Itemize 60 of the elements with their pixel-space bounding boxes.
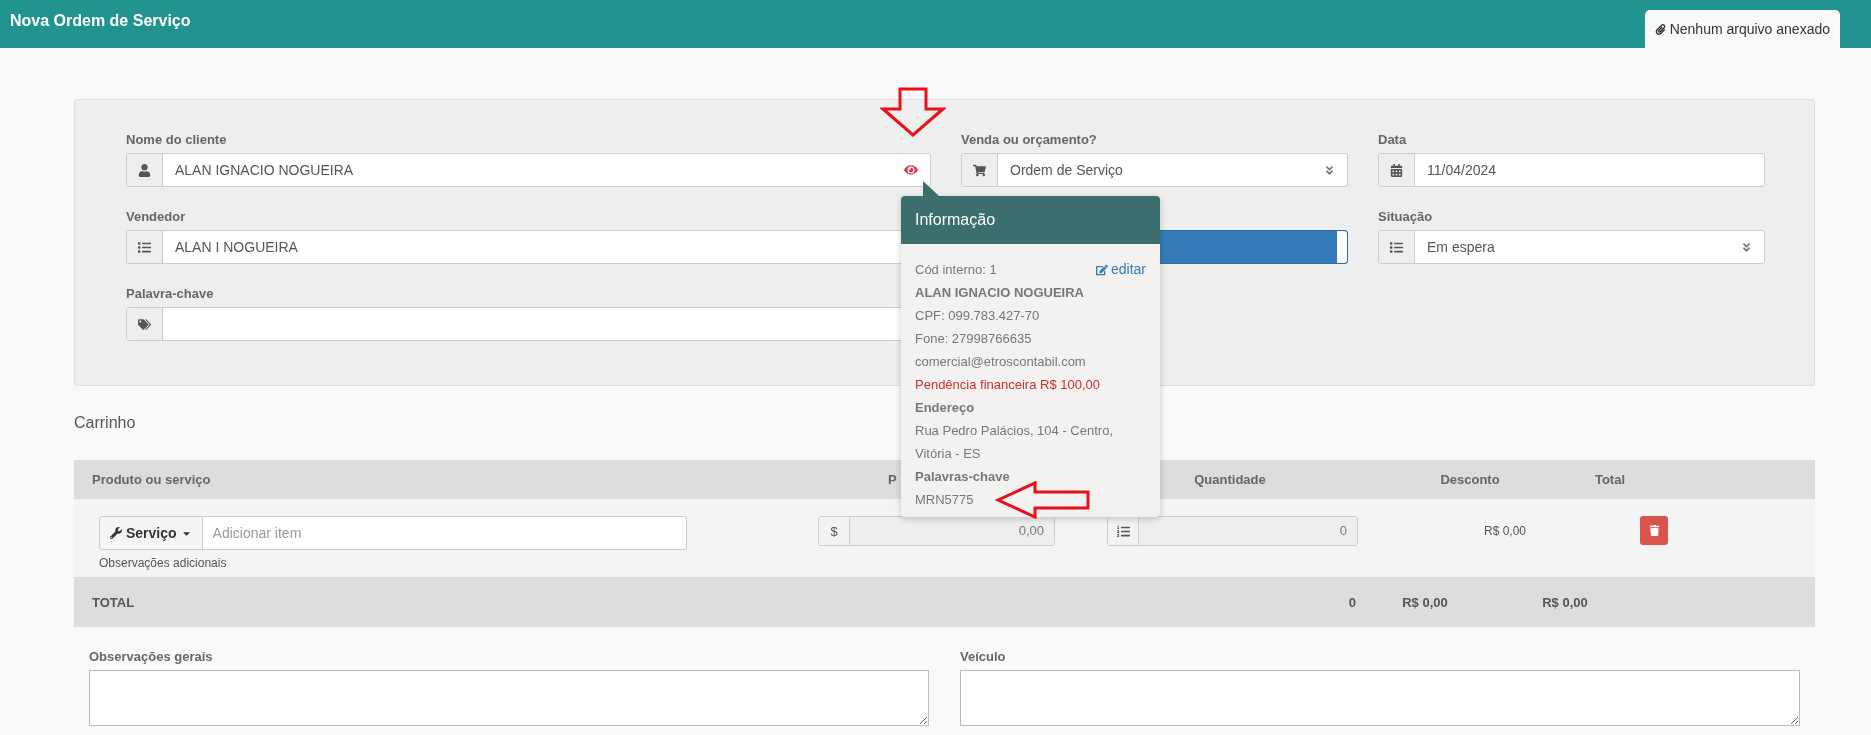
info-text: CPF: 099.783.427-70 — [915, 307, 1040, 325]
section-title: Carrinho — [74, 414, 136, 433]
total-label: TOTAL — [92, 594, 135, 610]
column-header: Quantidade — [1194, 472, 1266, 487]
price-field[interactable]: $ 0,00 — [818, 516, 1055, 546]
column-header: Produto ou serviço — [92, 472, 211, 487]
table-cell: R$ 0,00 — [1484, 524, 1526, 538]
notes-link[interactable]: Observações adicionais — [99, 556, 818, 570]
edit-icon — [1095, 263, 1108, 276]
popover-title: Informação — [901, 196, 1160, 244]
tags-icon — [127, 308, 163, 340]
pending-balance-text: Pendência financeira R$ 100,00 — [915, 376, 1101, 394]
column-header: Total — [1594, 472, 1626, 487]
page-title: Nova Ordem de Serviço — [10, 12, 191, 30]
popover-pointer — [923, 181, 939, 196]
info-text: Cód interno: 1 — [915, 261, 997, 279]
select-field[interactable]: Em espera — [1378, 230, 1765, 264]
type-dropdown-button[interactable]: Serviço — [99, 516, 203, 550]
select-field[interactable]: Ordem de Serviço — [961, 153, 1348, 187]
field-label: Venda ou orçamento? — [961, 132, 1097, 148]
eye-icon[interactable] — [904, 163, 918, 177]
list-icon — [127, 231, 163, 263]
down-arrow-drawing — [880, 87, 946, 137]
input-field[interactable]: 11/04/2024 — [1378, 153, 1765, 187]
column-header: Desconto — [1440, 472, 1500, 487]
info-heading: Palavras-chave — [915, 468, 1010, 486]
quantity-field[interactable]: 0 — [1107, 516, 1358, 546]
item-input[interactable]: Adicionar item — [202, 516, 687, 550]
column-header: P — [888, 472, 897, 487]
list-icon — [1379, 231, 1415, 263]
client-name: ALAN IGNACIO NOGUEIRA — [915, 284, 1084, 302]
address-text: Rua Pedro Palácios, 104 - Centro, Vitória - ES — [915, 422, 1114, 463]
chevron-down-icon — [1324, 164, 1335, 176]
field-label: Observações gerais — [89, 649, 214, 664]
input-field[interactable]: ALAN IGNACIO NOGUEIRA — [126, 153, 931, 187]
info-heading: Endereço — [915, 399, 975, 417]
edit-link[interactable]: editar — [1095, 258, 1146, 281]
total-cell: R$ 0,00 — [1402, 594, 1448, 610]
trash-icon — [1648, 525, 1660, 536]
field-label: Nome do cliente — [126, 132, 227, 148]
field-label: Veículo — [960, 649, 1007, 664]
cart-icon — [962, 154, 998, 186]
paperclip-icon — [1654, 23, 1666, 35]
total-cell: 0 — [1348, 594, 1356, 610]
notes-textarea[interactable] — [89, 670, 929, 726]
attachment-tab[interactable]: Nenhum arquivo anexado — [1644, 10, 1840, 48]
info-text: MRN5775 — [915, 491, 974, 509]
field-label: Vendedor — [126, 209, 186, 225]
wrench-icon — [110, 527, 122, 539]
field-label: Data — [1378, 132, 1407, 148]
info-text: comercial@etroscontabil.com — [915, 353, 1086, 371]
delete-button[interactable] — [1640, 516, 1668, 545]
chevron-down-icon — [1741, 241, 1752, 253]
total-cell: R$ 0,00 — [1542, 594, 1588, 610]
field-label: Situação — [1378, 209, 1433, 225]
vehicle-textarea[interactable] — [960, 670, 1800, 726]
field-label: Palavra-chave — [126, 286, 214, 302]
calendar-icon — [1379, 154, 1415, 186]
user-icon — [127, 154, 163, 186]
info-text: Fone: 27998766635 — [915, 330, 1032, 348]
